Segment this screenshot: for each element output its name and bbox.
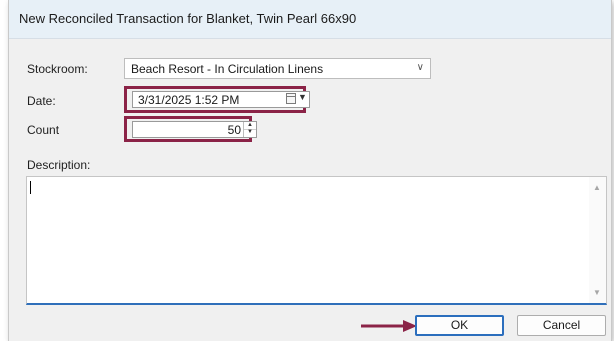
stockroom-label: Stockroom:: [27, 62, 88, 76]
ok-button[interactable]: OK: [415, 315, 504, 336]
calendar-icon: [286, 93, 296, 104]
date-label: Date:: [27, 94, 56, 108]
chevron-down-icon: ∨: [416, 62, 424, 73]
scroll-up-icon[interactable]: ▲: [593, 183, 601, 192]
dialog-window: New Reconciled Transaction for Blanket, …: [8, 0, 612, 341]
count-value: 50: [227, 123, 241, 137]
date-picker-button[interactable]: ▼: [284, 92, 308, 106]
stockroom-value: Beach Resort - In Circulation Linens: [131, 62, 324, 76]
stockroom-select[interactable]: Beach Resort - In Circulation Linens ∨: [124, 58, 431, 79]
dropdown-arrow-icon: ▼: [298, 92, 307, 102]
date-picker[interactable]: 3/31/2025 1:52 PM ▼: [132, 91, 310, 108]
dialog-title: New Reconciled Transaction for Blanket, …: [19, 11, 357, 26]
count-stepper[interactable]: 50 ▲ ▼: [132, 121, 257, 138]
count-spinner: ▲ ▼: [243, 122, 256, 137]
description-scrollbar[interactable]: ▲ ▼: [589, 177, 606, 303]
arrow-right-icon: [361, 320, 417, 332]
cancel-button[interactable]: Cancel: [517, 315, 606, 336]
decrement-icon[interactable]: ▼: [244, 129, 256, 136]
scroll-down-icon[interactable]: ▼: [593, 288, 601, 297]
text-caret: [30, 181, 31, 194]
date-value: 3/31/2025 1:52 PM: [138, 93, 240, 107]
title-bar: New Reconciled Transaction for Blanket, …: [9, 0, 611, 39]
count-label: Count: [27, 123, 60, 137]
description-label: Description:: [27, 158, 91, 172]
description-textarea[interactable]: ▲ ▼: [26, 176, 607, 305]
